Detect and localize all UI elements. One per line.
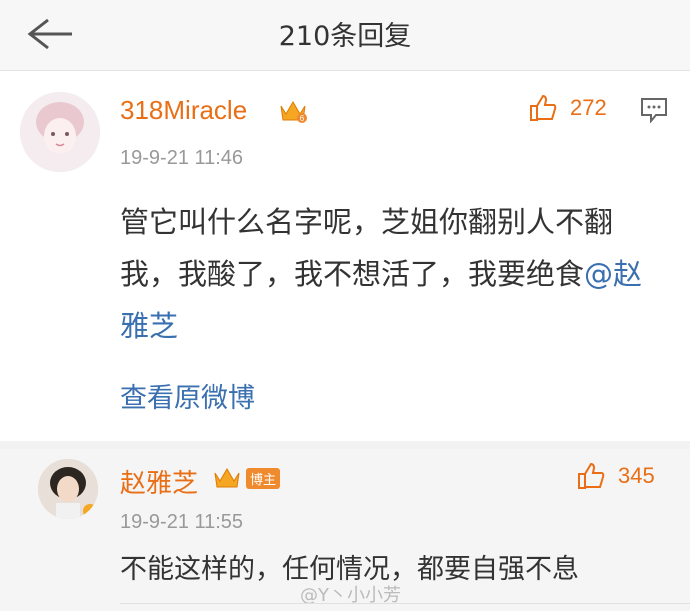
- view-original-link[interactable]: 查看原微博: [120, 376, 255, 415]
- comment-time: 19-9-21 11:46: [120, 147, 244, 169]
- like-count: 272: [570, 95, 607, 120]
- comment-icon[interactable]: [640, 97, 668, 123]
- divider: [120, 603, 690, 604]
- author-badge: 博主: [246, 468, 281, 489]
- page-title: 210条回复: [278, 21, 412, 52]
- vip-crown-icon: [214, 468, 240, 488]
- username[interactable]: 318Miracle: [120, 95, 247, 126]
- avatar[interactable]: [20, 92, 100, 172]
- comment-body: 管它叫什么名字呢，芝姐你翻别人不翻我，我酸了，我不想活了，我要绝食: [120, 205, 614, 291]
- thumbs-up-icon[interactable]: [576, 461, 606, 491]
- comment-text: 管它叫什么名字呢，芝姐你翻别人不翻我，我酸了，我不想活了，我要绝食@赵雅芝: [120, 196, 660, 352]
- like-count: 345: [618, 463, 655, 488]
- comment-card: 318Miracle 6 19-9-21 11:46 272 管它叫什么名字呢，…: [0, 71, 690, 441]
- divider: [0, 441, 690, 449]
- reply-card: 赵雅芝 博主 19-9-21 11:55 345 不能这样的，任何情况，都要自强…: [0, 449, 690, 611]
- nav-header: 210条回复: [0, 0, 690, 71]
- avatar[interactable]: [38, 459, 98, 519]
- thumbs-up-icon[interactable]: [528, 93, 558, 123]
- comment-time: 19-9-21 11:55: [120, 511, 244, 533]
- vip-crown-icon: 6: [280, 101, 307, 123]
- username[interactable]: 赵雅芝: [120, 463, 198, 500]
- vip-level: 6: [300, 114, 305, 123]
